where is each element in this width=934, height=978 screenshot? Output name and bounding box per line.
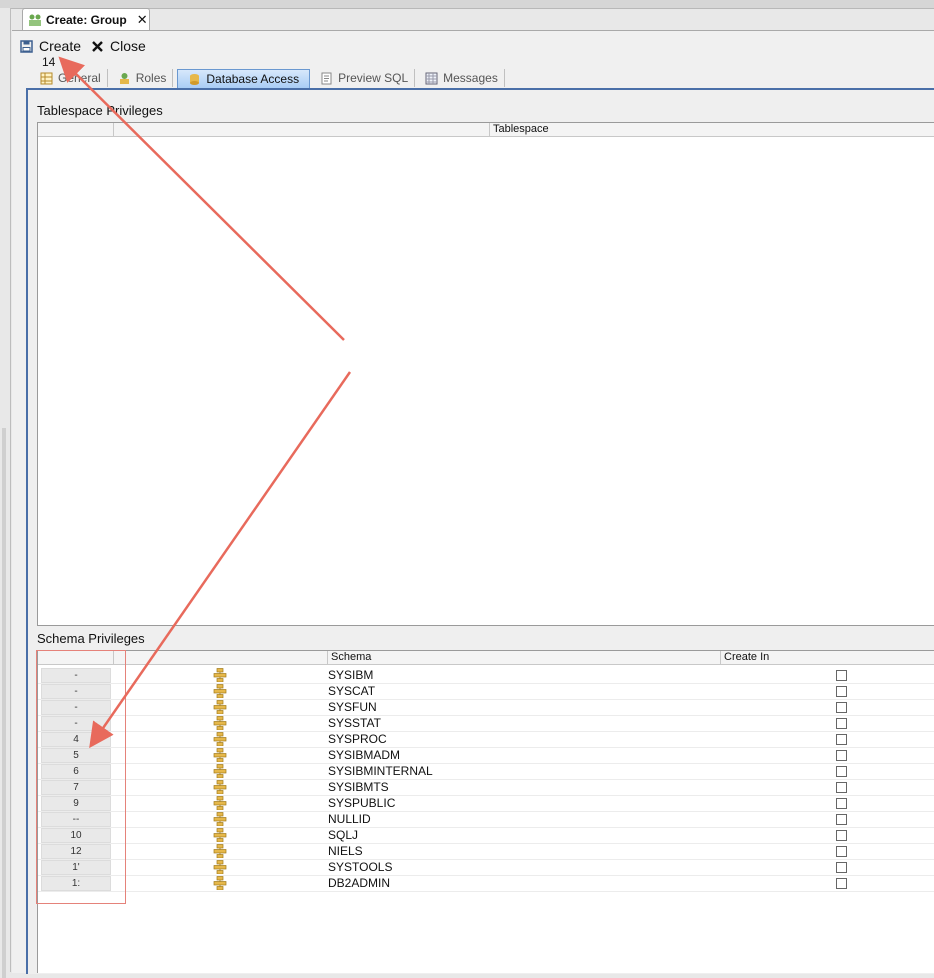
arrow-to-row-numbers [89,371,352,749]
annotation-arrows [58,56,352,749]
arrow-to-counter [58,56,345,341]
